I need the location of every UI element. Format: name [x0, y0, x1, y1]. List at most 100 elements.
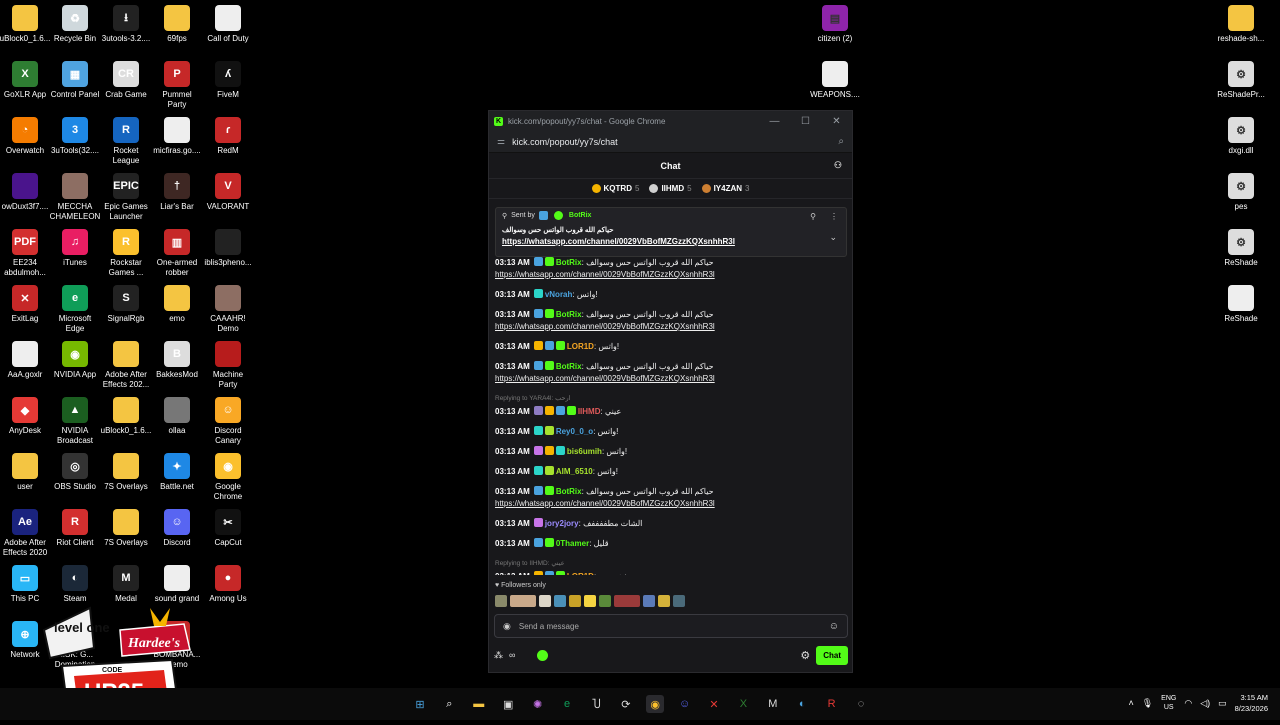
desktop-icon[interactable]: ▤ citizen (2) — [807, 5, 863, 44]
site-info-icon[interactable]: ⚌ — [497, 136, 505, 147]
steam-icon[interactable]: ◐ — [793, 695, 811, 713]
chat-message[interactable]: 03:13 AM bis6umih: واتس! — [495, 446, 847, 458]
emoji-icon[interactable]: ☺ — [829, 621, 839, 632]
app-icon[interactable]: ◌ — [852, 695, 870, 713]
message-username[interactable]: BotRix — [556, 487, 582, 496]
pinned-link[interactable]: https://whatsapp.com/channel/0029VbBofMZ… — [502, 237, 840, 246]
desktop-icon[interactable]: 69fps — [149, 5, 205, 44]
emote-icon[interactable] — [643, 595, 655, 607]
more-options-icon[interactable]: ⋮ — [830, 212, 838, 221]
message-username[interactable]: BotRix — [556, 258, 582, 267]
clock[interactable]: 3:15 AM 8/23/2026 — [1235, 692, 1268, 714]
message-username[interactable]: IIHMD — [578, 407, 601, 416]
battery-icon[interactable]: ▭ — [1218, 698, 1227, 709]
chat-message[interactable]: 03:13 AM BotRix: حياكم الله قروب الواتس ح… — [495, 486, 847, 510]
search-icon[interactable]: ⌕ — [440, 695, 458, 713]
desktop-icon[interactable]: ⭳ 3utools-3.2.... — [98, 5, 154, 44]
folder-icon[interactable]: ▬ — [470, 695, 488, 713]
desktop-icon[interactable]: 7S Overlays — [98, 509, 154, 548]
desktop-icon[interactable]: B BakkesMod — [149, 341, 205, 380]
emote-picker-icon[interactable]: ◉ — [503, 621, 511, 632]
desktop-icon[interactable]: R Riot Client — [47, 509, 103, 548]
zoom-icon[interactable]: ⌕ — [838, 136, 844, 147]
copilot-icon[interactable]: ✺ — [529, 695, 547, 713]
desktop-icon[interactable]: PDF EE234 abdulmoh... — [0, 229, 53, 278]
emote-icon[interactable] — [510, 595, 536, 607]
message-link[interactable]: https://whatsapp.com/channel/0029VbBofMZ… — [495, 269, 847, 281]
reply-context[interactable]: Replying to IIHMD: عيني — [495, 558, 847, 570]
desktop-icon[interactable]: ▲ NVIDIA Broadcast — [47, 397, 103, 446]
leaderboard-entry[interactable]: KQTRD 5 — [591, 184, 639, 193]
message-username[interactable]: 0Thamer — [556, 539, 589, 548]
emote-icon[interactable] — [658, 595, 670, 607]
desktop-icon[interactable]: ◉ Google Chrome — [200, 453, 256, 502]
desktop-icon[interactable]: ⚙ ReShadePr... — [1213, 61, 1269, 100]
emote-icon[interactable] — [614, 595, 640, 607]
windows-start-icon[interactable]: ⊞ — [411, 695, 429, 713]
desktop-icon[interactable]: ✂ CapCut — [200, 509, 256, 548]
chat-message[interactable]: 03:13 AM vNorah: واتس! — [495, 289, 847, 301]
message-username[interactable]: LOR1D — [567, 572, 594, 575]
desktop-icon[interactable]: uBlock0_1.6... — [98, 397, 154, 436]
close-button[interactable]: ✕ — [821, 116, 852, 127]
chat-message[interactable]: 03:13 AM BotRix: حياكم الله قروب الواتس ح… — [495, 257, 847, 281]
desktop-icon[interactable]: CR Crab Game — [98, 61, 154, 100]
desktop-icon[interactable]: R Rocket League — [98, 117, 154, 166]
message-username[interactable]: BotRix — [556, 310, 582, 319]
desktop-icon[interactable]: ɾ RedM — [200, 117, 256, 156]
desktop-icon[interactable]: ollaa — [149, 397, 205, 436]
kick-badge-icon[interactable] — [537, 649, 549, 661]
goxlr-icon[interactable]: X — [734, 695, 752, 713]
sync-icon[interactable]: ⟳ — [617, 695, 635, 713]
desktop-icon[interactable]: V VALORANT — [200, 173, 256, 212]
url-text[interactable]: kick.com/popout/yy7s/chat — [512, 137, 618, 147]
chat-message[interactable]: 03:13 AM jory2jory: الشات مطففففف — [495, 518, 847, 530]
message-input[interactable]: ◉ Send a message ☺ — [494, 614, 848, 638]
leaderboard-entry[interactable]: IY4ZAN 3 — [701, 184, 749, 193]
emote-icon[interactable] — [569, 595, 581, 607]
emote-icon[interactable] — [584, 595, 596, 607]
desktop-icon[interactable]: ◐ Steam — [47, 565, 103, 604]
chrome-icon[interactable]: ◉ — [646, 695, 665, 713]
3utools-icon[interactable]: Ⴎ — [587, 695, 605, 713]
window-titlebar[interactable]: K kick.com/popout/yy7s/chat - Google Chr… — [489, 111, 852, 131]
share-icon[interactable]: ⁂ — [494, 650, 503, 661]
leaderboard-entry[interactable]: IIHMD 5 — [649, 184, 692, 193]
desktop-icon[interactable]: iblis3pheno... — [200, 229, 256, 268]
desktop-icon[interactable]: e Microsoft Edge — [47, 285, 103, 334]
riot-client-icon[interactable]: R — [823, 695, 841, 713]
edge-icon[interactable]: e — [558, 695, 576, 713]
pinned-message[interactable]: ⚲ Sent by BotRix حياكم الله قروب الواتس … — [495, 207, 847, 257]
desktop-icon[interactable]: emo — [149, 285, 205, 324]
pinned-user[interactable]: BotRix — [569, 212, 592, 219]
microphone-icon[interactable]: 🎙 — [1142, 698, 1153, 709]
message-link[interactable]: https://whatsapp.com/channel/0029VbBofMZ… — [495, 321, 847, 333]
expand-chevron-icon[interactable]: ⌄ — [829, 232, 837, 243]
desktop-icon[interactable]: ▦ Control Panel — [47, 61, 103, 100]
chat-message[interactable]: 03:13 AM BotRix: حياكم الله قروب الواتس ح… — [495, 309, 847, 333]
volume-icon[interactable]: ◁) — [1200, 698, 1210, 709]
desktop-icon[interactable]: S SignalRgb — [98, 285, 154, 324]
desktop-icon[interactable]: ♫ iTunes — [47, 229, 103, 268]
message-username[interactable]: AIM_6510 — [556, 467, 593, 476]
desktop-icon[interactable]: sound grand — [149, 565, 205, 604]
message-username[interactable]: Rey0_0_o — [556, 427, 593, 436]
message-username[interactable]: jory2jory — [545, 519, 579, 528]
desktop-icon[interactable]: M Medal — [98, 565, 154, 604]
desktop-icon[interactable]: ◎ OBS Studio — [47, 453, 103, 492]
wifi-icon[interactable]: ◠ — [1184, 698, 1192, 709]
desktop-icon[interactable]: Adobe After Effects 202... — [98, 341, 154, 390]
desktop-icon[interactable]: 3 3uTools(32.... — [47, 117, 103, 156]
emote-icon[interactable] — [495, 595, 507, 607]
chat-message[interactable]: 03:13 AM AIM_6510: واتس! — [495, 466, 847, 478]
desktop-icon[interactable]: † Liar's Bar — [149, 173, 205, 212]
message-username[interactable]: BotRix — [556, 362, 582, 371]
users-icon[interactable]: ⚇ — [834, 160, 842, 171]
chat-message[interactable]: 03:13 AM LOR1D: واتس! — [495, 341, 847, 353]
desktop-icon[interactable]: ✦ Battle.net — [149, 453, 205, 492]
desktop-icon[interactable]: ⚙ pes — [1213, 173, 1269, 212]
desktop-icon[interactable]: ☺ Discord — [149, 509, 205, 548]
chat-message[interactable]: 03:13 AM 0Thamer: قليل — [495, 538, 847, 550]
store-icon[interactable]: ▣ — [499, 695, 517, 713]
chat-message[interactable]: Replying to IIHMD: عيني 03:13 AM LOR1D: شف… — [495, 558, 847, 575]
